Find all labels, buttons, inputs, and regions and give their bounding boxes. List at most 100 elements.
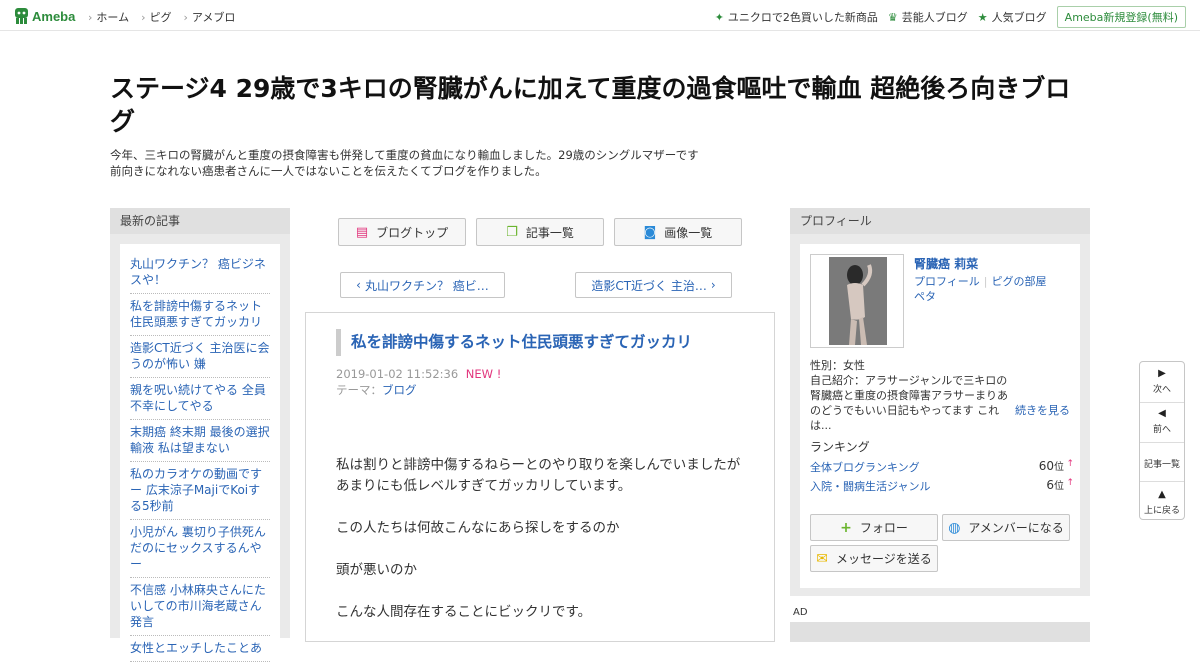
message-button[interactable]: ✉ メッセージを送る bbox=[810, 545, 938, 572]
blog-description-line2: 前向きになれない癌患者さんに一人ではないことを伝えたくてブログを作りました。 bbox=[110, 164, 547, 178]
global-nav: ホーム ピグ アメブロ bbox=[88, 9, 247, 25]
entry-body: 私は割りと誹謗中傷するねらーとのやり取りを楽しんでいましたがあまりにも低レベルす… bbox=[336, 455, 751, 644]
back-to-top-label: 上に戻る bbox=[1143, 506, 1180, 516]
blog-title[interactable]: ステージ4 29歳で3キロの腎臓がんに加えて重度の過食嘔吐で輸血 超絶後ろ向きブ… bbox=[110, 72, 1090, 138]
next-label: 次へ bbox=[1152, 385, 1171, 395]
recent-entry-item[interactable]: 丸山ワクチン？ 癌ビジネスや！ bbox=[130, 252, 270, 294]
floating-nav: ▶ 次へ ◀ 前へ 記事一覧 ▲ 上に戻る bbox=[1139, 361, 1185, 520]
entry-list-label: 記事一覧 bbox=[525, 225, 574, 240]
chat-icon: ◍ bbox=[948, 519, 961, 536]
entry-paragraph: この人たちは何故こんなにあら探しをするのか bbox=[336, 520, 620, 536]
recent-entry-item[interactable]: 小児がん 裏切り子供死んだのにセックスするんやー bbox=[130, 520, 270, 578]
recent-entries-list: 丸山ワクチン？ 癌ビジネスや！ 私を誹謗中傷するネット住民頭悪すぎてガッカリ 造… bbox=[120, 244, 280, 662]
nav-ameblo[interactable]: アメブロ bbox=[183, 9, 235, 25]
ad-panel bbox=[790, 622, 1090, 642]
profile-name[interactable]: 腎臓癌 莉菜 bbox=[914, 255, 978, 272]
blog-description-line1: 今年、三キロの腎臓がんと重度の摂食障害も併発して重度の貧血になり輸血しました。2… bbox=[110, 148, 699, 162]
global-header: Ameba ホーム ピグ アメブロ ✦ ユニクロで2色買いした新商品 ♛ 芸能人… bbox=[0, 0, 1200, 31]
pigg-room-link[interactable]: ピグの部屋 bbox=[992, 275, 1047, 288]
entry-list-side-label: 記事一覧 bbox=[1143, 460, 1180, 470]
avatar-photo bbox=[829, 257, 887, 345]
recent-entry-item[interactable]: 末期癌 終末期 最後の選択 輸液 私は望まない bbox=[130, 420, 270, 462]
image-list-label: 画像一覧 bbox=[664, 225, 713, 240]
link-celebrity-blog[interactable]: ♛ 芸能人ブログ bbox=[888, 9, 968, 25]
chevron-right-icon: › bbox=[710, 278, 716, 292]
profile-card: 腎臓癌 莉菜 プロフィール | ピグの部屋 ペタ 性別：女性 自己紹介：アラサージャ… bbox=[800, 244, 1080, 588]
blog-top-label: ブログトップ bbox=[376, 225, 449, 240]
theme-label: テーマ： bbox=[336, 383, 382, 397]
new-badge: NEW ! bbox=[465, 367, 502, 381]
ranking-unit: 位 bbox=[1054, 481, 1064, 492]
chevron-left-icon: ‹ bbox=[356, 278, 361, 292]
nav-home[interactable]: ホーム bbox=[88, 9, 129, 25]
prev-button[interactable]: ◀ 前へ bbox=[1140, 408, 1184, 435]
ad-label: AD bbox=[793, 607, 808, 618]
entry-paragraph: 頭が悪いのか bbox=[336, 562, 417, 578]
camera-icon: ◙ bbox=[643, 224, 657, 240]
next-button[interactable]: ▶ 次へ bbox=[1140, 368, 1184, 395]
blog-top-button[interactable]: ▤ ブログトップ bbox=[338, 218, 466, 246]
message-label: メッセージを送る bbox=[835, 552, 932, 566]
next-entry-button[interactable]: 造影CT近づく 主治… › bbox=[575, 272, 732, 298]
next-entry-label: 造影CT近づく 主治… bbox=[591, 278, 707, 293]
triangle-up-icon: ▲ bbox=[1158, 489, 1166, 500]
read-more-link[interactable]: 続きを見る bbox=[1015, 402, 1070, 418]
recent-entry-item[interactable]: 造影CT近づく 主治医に会うのが怖い 嫌 bbox=[130, 336, 270, 378]
entry-list-button[interactable]: ❐ 記事一覧 bbox=[476, 218, 604, 246]
prev-label: 前へ bbox=[1152, 425, 1171, 435]
envelope-icon: ✉ bbox=[816, 550, 828, 567]
entry-meta: 2019-01-02 11:52:36 NEW ! テーマ：ブログ bbox=[336, 366, 501, 398]
avatar[interactable] bbox=[810, 254, 904, 348]
prev-entry-button[interactable]: ‹ 丸山ワクチン？ 癌ビ… bbox=[340, 272, 505, 298]
link-uniqlo[interactable]: ✦ ユニクロで2色買いした新商品 bbox=[715, 9, 878, 25]
profile-panel: プロフィール 腎臓癌 莉菜 プロフィール | ピグの部屋 ペタ 性別：女性 自己紹介… bbox=[790, 208, 1090, 596]
profile-gender: 性別：女性 bbox=[810, 359, 865, 372]
recent-entries-heading: 最新の記事 bbox=[110, 208, 290, 234]
image-list-button[interactable]: ◙ 画像一覧 bbox=[614, 218, 742, 246]
recent-entry-item[interactable]: 女性とエッチしたことあ bbox=[130, 636, 270, 662]
copy-icon: ❐ bbox=[506, 224, 518, 240]
nav-pigg[interactable]: ピグ bbox=[141, 9, 171, 25]
star-icon: ★ bbox=[977, 10, 988, 24]
recent-entry-item[interactable]: 親を呪い続けてやる 全員不幸にしてやる bbox=[130, 378, 270, 420]
amember-label: アメンバーになる bbox=[968, 521, 1064, 535]
recent-entry-item[interactable]: 不信感 小林麻央さんにたいしての市川海老蔵さん発言 bbox=[130, 578, 270, 636]
document-icon: ▤ bbox=[355, 224, 369, 240]
rank-up-icon: ↑ bbox=[1066, 478, 1074, 488]
ameba-logo[interactable]: Ameba bbox=[14, 6, 75, 26]
person-silhouette-icon bbox=[829, 257, 887, 345]
ranking-row-genre[interactable]: 入院・闘病生活ジャンル 6位 ↑ bbox=[810, 478, 1074, 494]
recent-entry-item[interactable]: 私のカラオケの動画です ー 広末涼子MajiでKoiする5秒前 bbox=[130, 462, 270, 520]
entry-paragraph: 私は割りと誹謗中傷するねらーとのやり取りを楽しんでいましたがあまりにも低レベルす… bbox=[336, 457, 741, 494]
back-to-top-button[interactable]: ▲ 上に戻る bbox=[1140, 489, 1184, 516]
recent-entry-item[interactable]: 私を誹謗中傷するネット住民頭悪すぎてガッカリ bbox=[130, 294, 270, 336]
register-button[interactable]: Ameba新規登録(無料) bbox=[1056, 6, 1186, 28]
logo-text: Ameba bbox=[32, 8, 76, 24]
profile-info: 性別：女性 自己紹介：アラサージャンルで三キロの腎臓癌と重度の摂食障害アラサーま… bbox=[810, 358, 1072, 433]
theme-link[interactable]: ブログ bbox=[382, 383, 417, 397]
ranking-value: 6 bbox=[1046, 478, 1054, 492]
profile-link[interactable]: プロフィール bbox=[914, 275, 980, 288]
plus-icon: + bbox=[840, 519, 852, 536]
blog-description: 今年、三キロの腎臓がんと重度の摂食障害も併発して重度の貧血になり輸血しました。2… bbox=[110, 147, 750, 179]
recent-entries-panel: 最新の記事 丸山ワクチン？ 癌ビジネスや！ 私を誹謗中傷するネット住民頭悪すぎて… bbox=[110, 208, 290, 662]
crown-icon: ♛ bbox=[887, 10, 898, 24]
peta-link[interactable]: ペタ bbox=[914, 290, 936, 303]
follow-button[interactable]: + フォロー bbox=[810, 514, 938, 541]
entry-article: 私を誹謗中傷するネット住民頭悪すぎてガッカリ 2019-01-02 11:52:… bbox=[305, 312, 775, 642]
follow-label: フォロー bbox=[859, 521, 908, 535]
entry-paragraph: こんな人間存在することにビックリです。 bbox=[336, 604, 592, 620]
link-popular-blog[interactable]: ★ 人気ブログ bbox=[978, 9, 1047, 25]
profile-heading: プロフィール bbox=[790, 208, 1090, 234]
ranking-heading: ランキング bbox=[810, 440, 870, 454]
link-uniqlo-label: ユニクロで2色買いした新商品 bbox=[727, 11, 878, 24]
ranking-row-overall[interactable]: 全体ブログランキング 60位 ↑ bbox=[810, 459, 1074, 475]
entry-list-side-button[interactable]: 記事一覧 bbox=[1140, 457, 1184, 470]
profile-intro: 自己紹介：アラサージャンルで三キロの腎臓癌と重度の摂食障害アラサーまりあのどうで… bbox=[810, 374, 1008, 432]
prev-entry-label: 丸山ワクチン？ 癌ビ… bbox=[364, 278, 489, 293]
entry-title[interactable]: 私を誹謗中傷するネット住民頭悪すぎてガッカリ bbox=[336, 329, 746, 356]
rank-up-icon: ↑ bbox=[1066, 459, 1074, 469]
link-celebrity-label: 芸能人ブログ bbox=[901, 11, 968, 24]
amember-button[interactable]: ◍ アメンバーになる bbox=[942, 514, 1070, 541]
ranking-label: 入院・闘病生活ジャンル bbox=[810, 480, 931, 493]
